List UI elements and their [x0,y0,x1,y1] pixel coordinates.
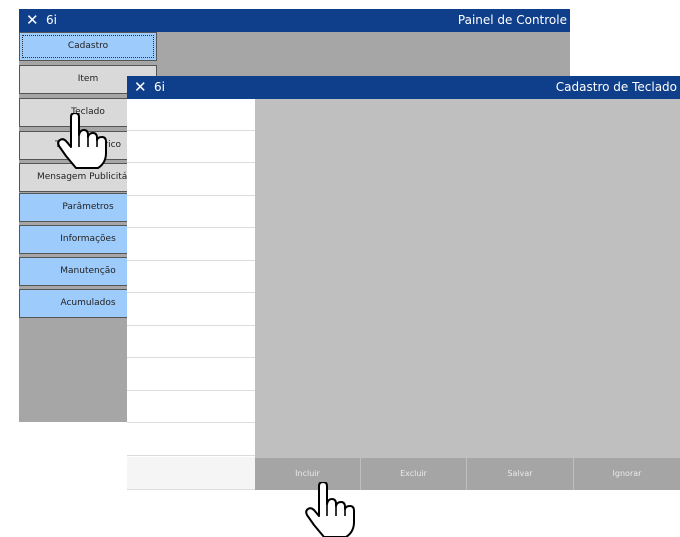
control-panel-titlebar: ✕ 6i Painel de Controle [19,9,570,32]
keyboard-register-titlebar: ✕ 6i Cadastro de Teclado [127,76,680,99]
list-item[interactable] [127,196,255,228]
excluir-button[interactable]: Excluir [361,458,467,490]
list-item[interactable] [127,164,255,196]
menu-empty-area [19,327,127,422]
keyboard-list [127,99,255,490]
list-item[interactable] [127,131,255,163]
list-item[interactable] [127,294,255,326]
hand-pointer-icon [305,482,355,537]
list-item[interactable] [127,457,255,490]
list-item[interactable] [127,391,255,423]
list-item[interactable] [127,261,255,293]
window-title: Cadastro de Teclado [555,80,677,94]
list-item[interactable] [127,99,255,131]
keyboard-content-area [255,99,680,458]
app-label: 6i [154,80,165,94]
list-item[interactable] [127,229,255,261]
list-item[interactable] [127,359,255,391]
hand-pointer-icon [57,113,107,169]
list-item[interactable] [127,326,255,358]
salvar-button[interactable]: Salvar [467,458,574,490]
ignorar-button[interactable]: Ignorar [574,458,680,490]
menu-cadastro-button[interactable]: Cadastro [19,32,157,61]
close-icon[interactable]: ✕ [26,11,39,29]
window-title: Painel de Controle [457,13,567,27]
close-icon[interactable]: ✕ [134,78,147,96]
app-label: 6i [46,13,57,27]
list-item[interactable] [127,424,255,456]
